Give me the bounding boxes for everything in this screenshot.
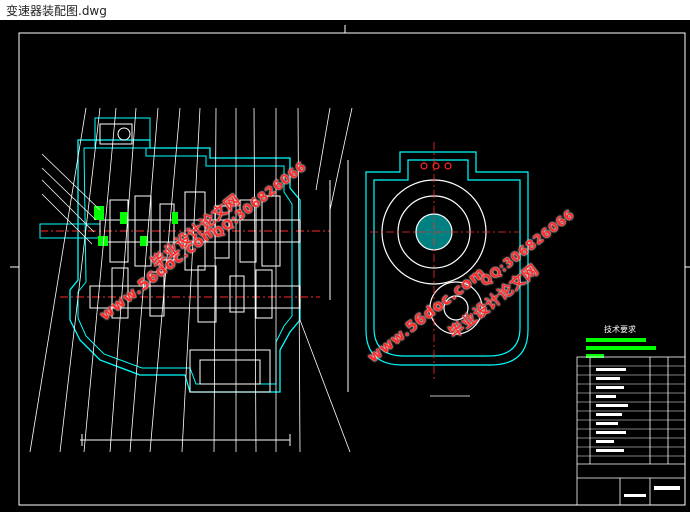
title-bar: 变速器装配图.dwg xyxy=(0,0,690,20)
title-block xyxy=(576,356,686,506)
technical-requirements-title: 技术要求 xyxy=(604,325,636,334)
gearbox-section-view xyxy=(29,107,353,453)
cad-drawing-canvas[interactable]: 技术要求 www.56doc.com 毕业设计论文网 QQ:306826066 … xyxy=(0,20,690,512)
window-title: 变速器装配图.dwg xyxy=(6,4,107,18)
technical-requirements-block xyxy=(586,338,656,358)
cad-drawing xyxy=(10,25,690,506)
